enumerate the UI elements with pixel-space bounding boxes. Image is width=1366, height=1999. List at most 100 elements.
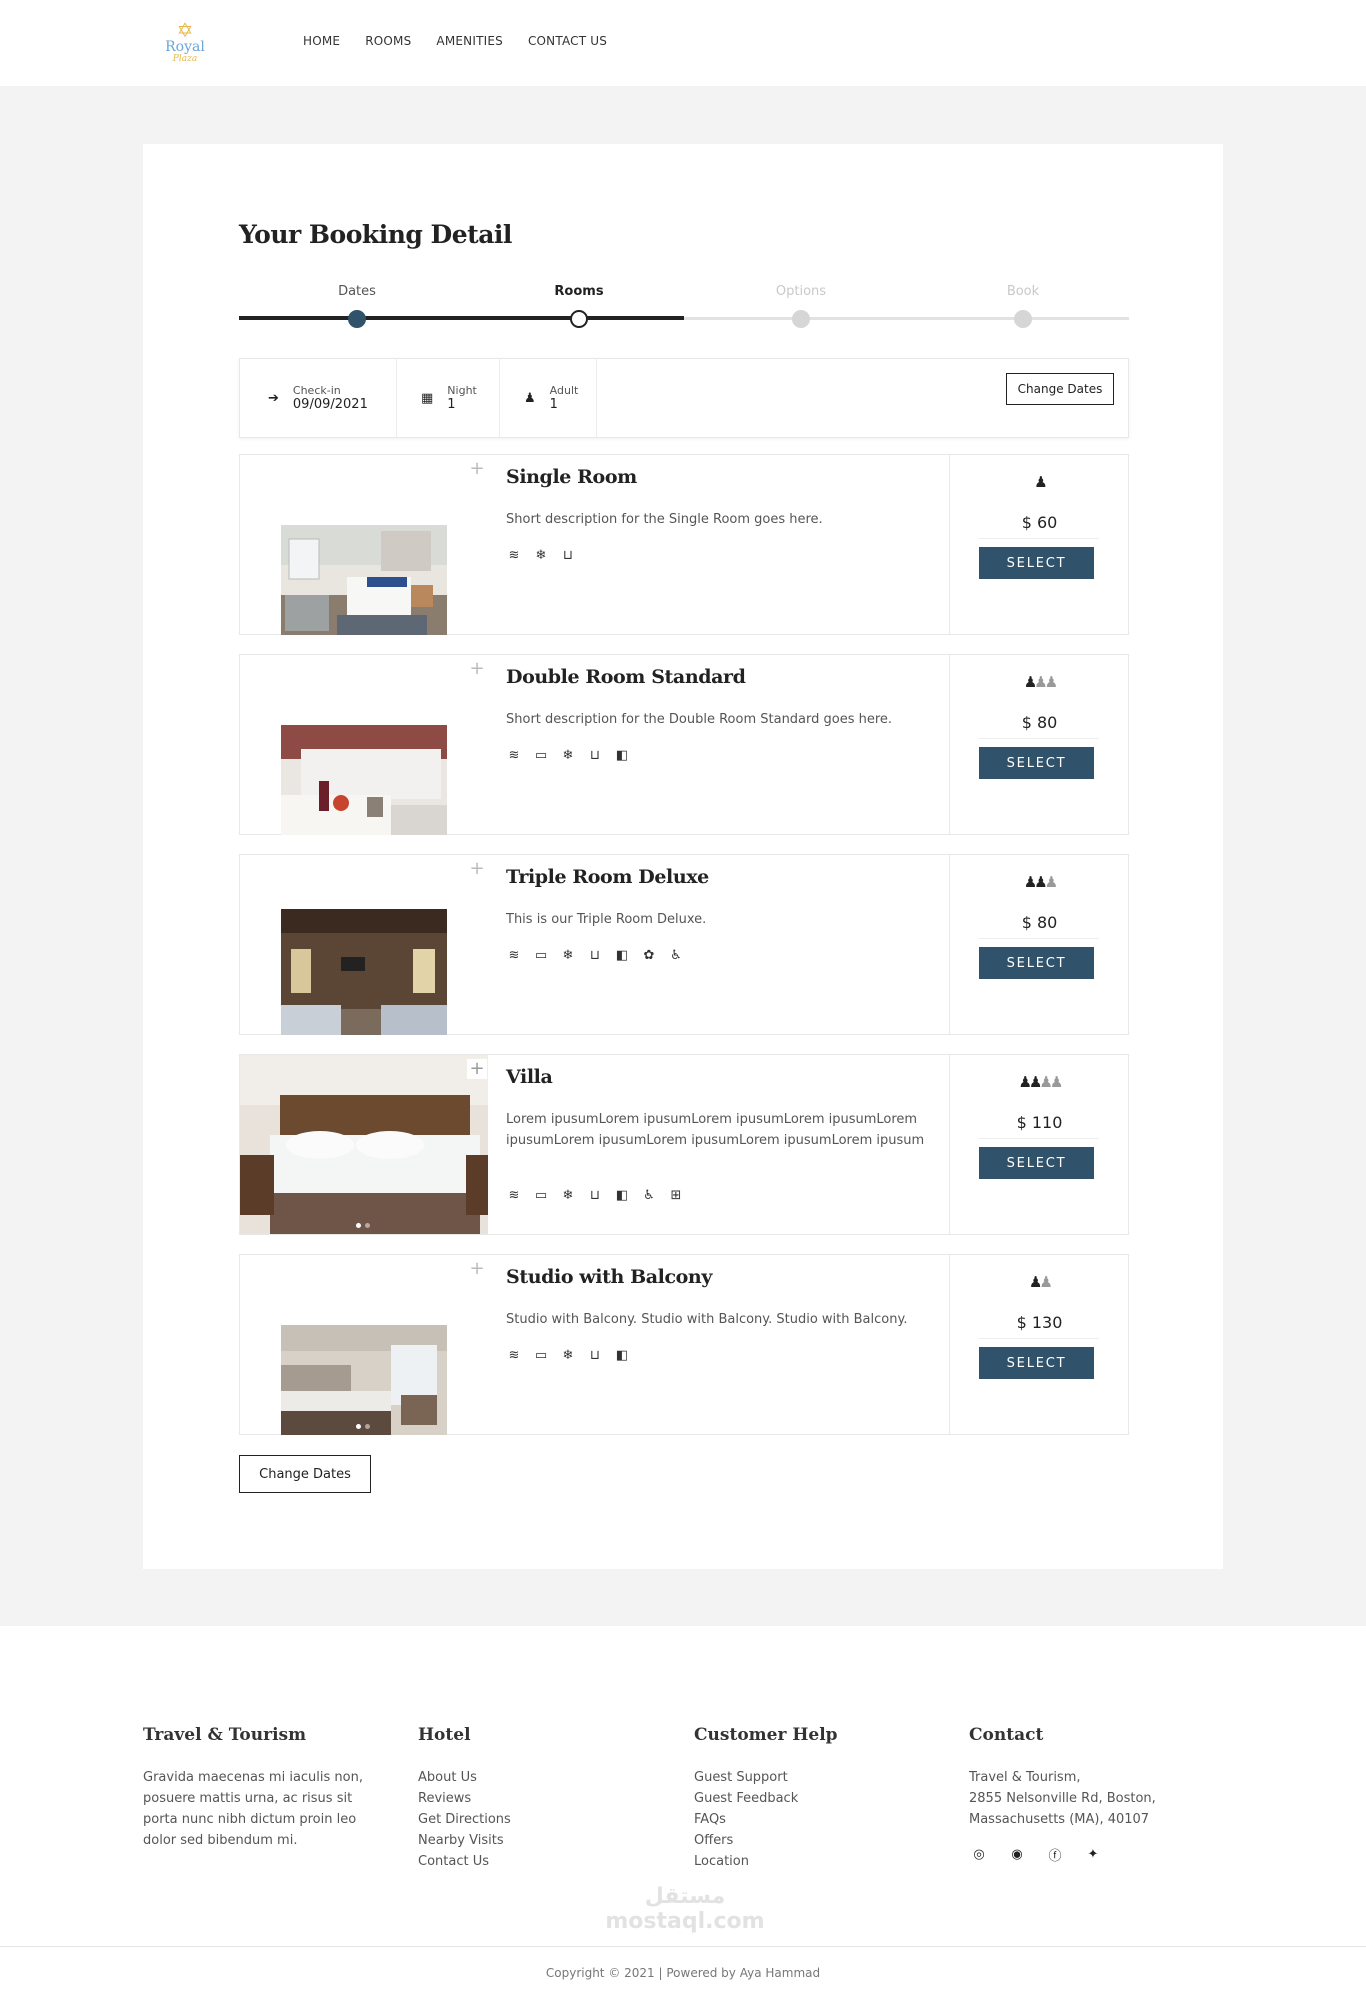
step-book: Book [963, 284, 1083, 328]
expand-icon[interactable]: + [467, 659, 487, 679]
wifi-icon: ≋ [508, 1347, 520, 1363]
tv-icon: ▭ [534, 1347, 548, 1363]
persons-icon: ♟♟♟ [1023, 873, 1058, 891]
person-icon: ♟ [524, 390, 536, 406]
divider [979, 538, 1099, 539]
room-name: Triple Room Deluxe [506, 866, 709, 888]
tv-icon: ▭ [534, 1187, 548, 1203]
footer-link[interactable]: Guest Feedback [694, 1788, 838, 1809]
expand-icon[interactable]: + [467, 1259, 487, 1279]
divider [979, 1138, 1099, 1139]
nav-contact[interactable]: CONTACT US [528, 34, 607, 48]
persons-icon: ♟♟ [1029, 1273, 1053, 1291]
page-title: Your Booking Detail [239, 220, 512, 249]
room-card-double: + Double Room Standard Short description… [239, 654, 1129, 835]
watermark: مستقل mostaql.com [605, 1884, 765, 1934]
night-label: Night [447, 384, 477, 397]
step-dot [792, 310, 810, 328]
footer-heading: Contact [969, 1725, 1044, 1745]
social-links: ◎ ◉ ⓕ ✦ [969, 1844, 1156, 1864]
select-room-button[interactable]: SELECT [979, 947, 1094, 979]
adult-value: 1 [549, 397, 558, 412]
room-description: Studio with Balcony. Studio with Balcony… [506, 1312, 908, 1327]
room-amenities: ≋ ▭ ❄ ⊔ ◧ ♿ ⊞ [506, 1187, 684, 1203]
room-price-panel: ♟♟♟ $ 80 SELECT [949, 655, 1128, 834]
nav-rooms[interactable]: ROOMS [365, 34, 411, 48]
room-amenities: ≋ ▭ ❄ ⊔ ◧ ✿ ♿ [506, 947, 684, 963]
adult-summary: ♟ Adult 1 [500, 359, 597, 437]
footer-heading: Hotel [418, 1725, 471, 1745]
footer-link[interactable]: Reviews [418, 1788, 511, 1809]
footer-link[interactable]: Location [694, 1851, 838, 1872]
room-price: $ 60 [1021, 513, 1058, 532]
gift-icon: ⊞ [670, 1187, 682, 1203]
step-label: Dates [338, 284, 376, 299]
night-value: 1 [447, 397, 456, 412]
bathtub-icon: ⊔ [589, 1347, 601, 1363]
wheelchair-icon: ♿ [643, 1187, 655, 1203]
divider [979, 938, 1099, 939]
change-dates-bottom-button[interactable]: Change Dates [239, 1455, 371, 1493]
sign-in-icon: ➔ [268, 390, 279, 406]
nav-amenities[interactable]: AMENITIES [436, 34, 503, 48]
room-price-panel: ♟ $ 60 SELECT [949, 455, 1128, 634]
footer-about-text: Gravida maecenas mi iaculis non, posuere… [143, 1770, 363, 1848]
site-footer: Travel & Tourism Gravida maecenas mi iac… [0, 1626, 1366, 1999]
logo-word: Royal [165, 39, 205, 55]
select-room-button[interactable]: SELECT [979, 547, 1094, 579]
room-description: This is our Triple Room Deluxe. [506, 912, 707, 927]
tv-icon: ▭ [534, 947, 548, 963]
footer-link[interactable]: About Us [418, 1767, 511, 1788]
booking-stepper: Dates Rooms Options Book [239, 284, 1129, 334]
address-line: Massachusetts (MA), 40107 [969, 1812, 1150, 1827]
carousel-dots[interactable] [356, 1424, 370, 1429]
bathtub-icon: ⊔ [589, 1187, 601, 1203]
footer-link[interactable]: Contact Us [418, 1851, 511, 1872]
room-image[interactable] [281, 525, 447, 635]
footer-link[interactable]: Nearby Visits [418, 1830, 511, 1851]
expand-icon[interactable]: + [467, 459, 487, 479]
twitter-icon[interactable]: ✦ [1083, 1844, 1103, 1864]
footer-link[interactable]: Get Directions [418, 1809, 511, 1830]
instagram-icon[interactable]: ◎ [969, 1844, 989, 1864]
footer-link[interactable]: FAQs [694, 1809, 838, 1830]
facebook-icon[interactable]: ⓕ [1045, 1844, 1065, 1864]
step-dates[interactable]: Dates [297, 284, 417, 328]
nav-home[interactable]: HOME [303, 34, 340, 48]
select-room-button[interactable]: SELECT [979, 747, 1094, 779]
stepper-progress [239, 316, 684, 320]
room-image[interactable] [281, 909, 447, 1035]
step-rooms[interactable]: Rooms [519, 284, 639, 328]
carousel-dots[interactable] [356, 1223, 370, 1228]
footer-contact: Contact Travel & Tourism, 2855 Nelsonvil… [969, 1725, 1156, 1864]
select-room-button[interactable]: SELECT [979, 1347, 1094, 1379]
night-summary: ▦ Night 1 [397, 359, 500, 437]
snowflake-icon: ❄ [562, 747, 574, 763]
room-image[interactable] [281, 1325, 447, 1435]
copyright: Copyright © 2021 | Powered by Aya Hammad [545, 1966, 821, 1980]
room-description: Lorem ipusumLorem ipusumLorem ipusumLore… [506, 1112, 925, 1148]
room-description: Short description for the Single Room go… [506, 512, 823, 527]
bathtub-icon: ⊔ [589, 747, 601, 763]
expand-icon[interactable]: + [467, 1059, 487, 1079]
footer-link[interactable]: Offers [694, 1830, 838, 1851]
room-name: Villa [506, 1066, 553, 1088]
persons-icon: ♟♟♟♟ [1018, 1073, 1064, 1091]
wifi-icon: ≋ [508, 1187, 520, 1203]
tripadvisor-icon[interactable]: ◉ [1007, 1844, 1027, 1864]
logo[interactable]: ✡ Royal Plaza [162, 20, 208, 68]
footer-link[interactable]: Guest Support [694, 1767, 838, 1788]
step-dot [348, 310, 366, 328]
room-image[interactable] [281, 725, 447, 835]
main-nav: HOME ROOMS AMENITIES CONTACT US [303, 34, 607, 48]
footer-help: Customer Help Guest Support Guest Feedba… [694, 1725, 838, 1872]
wheelchair-icon: ♿ [670, 947, 682, 963]
room-card-triple: + Triple Room Deluxe This is our Triple … [239, 854, 1129, 1035]
snowflake-icon: ❄ [562, 1347, 574, 1363]
room-image[interactable] [240, 1055, 488, 1234]
change-dates-button[interactable]: Change Dates [1006, 373, 1114, 405]
site-header: ✡ Royal Plaza HOME ROOMS AMENITIES CONTA… [0, 0, 1366, 86]
bathtub-icon: ⊔ [589, 947, 601, 963]
expand-icon[interactable]: + [467, 859, 487, 879]
select-room-button[interactable]: SELECT [979, 1147, 1094, 1179]
